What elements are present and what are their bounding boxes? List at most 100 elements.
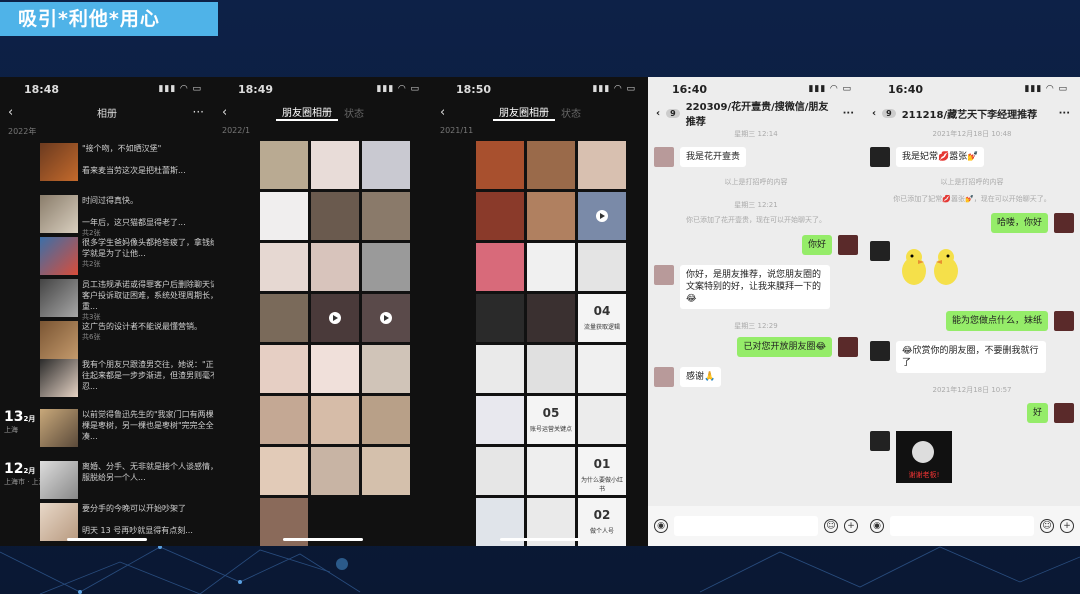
photo-thumbnail[interactable] [260,447,308,495]
avatar[interactable] [654,367,674,387]
moment-item[interactable]: 时间过得真快。 一年后，这只猫都显得老了... 共2张 [40,195,214,239]
date-month: 2月 [23,467,36,475]
tab-moments-album[interactable]: 朋友圈相册 [493,104,555,121]
moment-item[interactable]: 很多学生爸妈像头都抢答疲了，拿钱给他上学就是为了让他... 共2张 [40,237,214,275]
voice-icon[interactable]: ◉ [654,519,668,533]
photo-thumbnail[interactable] [311,243,359,291]
plus-icon[interactable]: + [844,519,858,533]
emoji-icon[interactable]: ☺ [1040,519,1054,533]
moment-item[interactable]: 要分手的今晚可以开始吵架了 明天 13 号再吵就显得有点刻... [40,503,214,541]
doc-thumbnail[interactable] [527,447,575,495]
avatar[interactable] [654,147,674,167]
photo-thumbnail[interactable] [311,192,359,240]
doc-thumbnail[interactable] [578,396,626,444]
avatar[interactable] [870,241,890,261]
photo-thumbnail[interactable] [476,192,524,240]
date-marker: 132月 上海 [4,409,35,435]
photo-thumbnail[interactable] [476,294,524,342]
photo-thumbnail[interactable] [260,396,308,444]
more-icon[interactable]: ··· [1059,108,1070,119]
status-bar: 18:48 ▮▮▮ ◠ ▭ [0,77,214,101]
moment-item[interactable]: 员工违规承诺或得罪客户后删除聊天记录，客户投诉取证困难，系统处理周期长，严重..… [40,279,214,323]
back-icon[interactable]: ‹ [656,108,660,119]
more-icon[interactable]: ··· [843,108,854,119]
system-notice: 你已添加了花开壹贵，现在可以开始聊天了。 [686,216,826,224]
doc-thumbnail[interactable] [476,447,524,495]
photo-thumbnail[interactable] [260,141,308,189]
photo-thumbnail[interactable] [527,243,575,291]
photo-thumbnail[interactable] [527,141,575,189]
message-input[interactable] [890,516,1034,536]
photo-thumbnail[interactable] [311,141,359,189]
photo-thumbnail[interactable] [527,294,575,342]
photo-thumbnail[interactable] [260,243,308,291]
avatar[interactable] [870,341,890,361]
video-thumbnail[interactable] [311,294,359,342]
more-icon[interactable]: ··· [193,105,204,119]
moment-item[interactable]: 我有个朋友只跟渣男交往，她说："正经人交往起来都是一步步渐进，但渣男则毫不隐忍.… [40,359,214,397]
photo-thumbnail[interactable] [476,141,524,189]
message-input[interactable] [674,516,818,536]
signal-wifi-battery-icon: ▮▮▮ ◠ ▭ [592,84,636,94]
message-bubble: 感谢🙏 [680,367,722,387]
doc-thumbnail[interactable] [527,345,575,393]
back-icon[interactable]: ‹ [440,105,445,120]
voice-icon[interactable]: ◉ [870,519,884,533]
avatar[interactable] [870,147,890,167]
photo-thumbnail[interactable] [260,192,308,240]
avatar[interactable] [838,235,858,255]
video-thumbnail[interactable] [578,192,626,240]
photo-thumbnail[interactable] [260,294,308,342]
photo-thumbnail[interactable] [362,447,410,495]
photo-thumbnail[interactable] [362,396,410,444]
avatar[interactable] [838,337,858,357]
chat-message [870,241,966,291]
moment-count: 共6张 [82,333,101,341]
doc-thumbnail[interactable] [578,345,626,393]
avatar[interactable] [870,431,890,451]
photo-thumbnail[interactable] [476,243,524,291]
moment-item[interactable]: "接个吻，不如晒汉堡" 看来麦当劳这次是把杜蕾斯... [40,143,214,181]
avatar[interactable] [654,265,674,285]
plus-icon[interactable]: + [1060,519,1074,533]
moment-item[interactable]: 离婚、分手、无非就是接个人谈感情，把衣服脱给另一个人... [40,461,214,499]
chat-message: 已对您开放朋友圈😂 [737,337,858,357]
moment-item[interactable]: 这广告的设计者不能说最懂营销。 共6张 [40,321,214,359]
moment-thumbnail [40,461,78,499]
signal-wifi-battery-icon: ▮▮▮ ◠ ▭ [808,84,852,94]
chat-message: 😂欣赏你的朋友圈，不要删我就行了 [870,341,1046,373]
tab-status[interactable]: 状态 [555,105,587,120]
photo-thumbnail[interactable] [578,243,626,291]
tab-status[interactable]: 状态 [338,105,370,120]
photo-thumbnail[interactable] [362,243,410,291]
image-message[interactable]: 谢谢老板! [896,431,952,483]
doc-thumbnail[interactable] [476,396,524,444]
doc-thumbnail[interactable]: 05 账号运营关键点 [527,396,575,444]
photo-thumbnail[interactable] [362,192,410,240]
photo-thumbnail[interactable] [362,345,410,393]
photo-thumbnail[interactable] [311,396,359,444]
avatar[interactable] [1054,213,1074,233]
photo-thumbnail[interactable] [527,192,575,240]
back-icon[interactable]: ‹ [8,105,13,120]
doc-thumbnail[interactable] [476,345,524,393]
back-icon[interactable]: ‹ [872,108,876,119]
message-bubble: 我是花开壹贵 [680,147,747,167]
video-thumbnail[interactable] [362,294,410,342]
avatar[interactable] [1054,311,1074,331]
photo-thumbnail[interactable] [362,141,410,189]
moment-item[interactable]: 以前觉得鲁迅先生的"我家门口有两棵树，一棵是枣树，另一棵也是枣树"完完全全是在凑… [40,409,214,447]
photo-thumbnail[interactable] [311,447,359,495]
doc-thumbnail[interactable]: 04 流量获取逻辑 [578,294,626,342]
doc-thumbnail[interactable]: 01 为什么要做小红书 [578,447,626,495]
emoji-icon[interactable]: ☺ [824,519,838,533]
avatar[interactable] [1054,403,1074,423]
tab-moments-album[interactable]: 朋友圈相册 [276,104,338,121]
doc-thumbnail[interactable]: 02 做个人号 [578,498,626,546]
back-icon[interactable]: ‹ [222,105,227,120]
photo-thumbnail[interactable] [260,345,308,393]
moment-text: 要分手的今晚可以开始吵架了 [82,504,186,513]
photo-thumbnail[interactable] [578,141,626,189]
network-decoration [0,545,1080,594]
photo-thumbnail[interactable] [311,345,359,393]
